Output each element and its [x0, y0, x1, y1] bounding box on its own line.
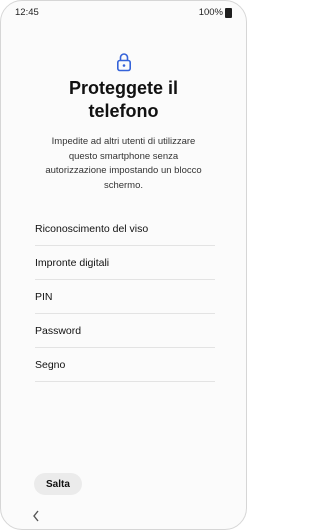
option-label: Password [35, 324, 82, 337]
option-pattern[interactable]: Segno [35, 348, 215, 382]
option-pin[interactable]: PIN [35, 280, 215, 314]
phone-screen: 12:45 100% Proteggete il telefono Impedi… [0, 0, 247, 530]
battery-icon [225, 7, 232, 18]
status-bar: 12:45 100% [15, 7, 232, 18]
option-label: Riconoscimento del viso [35, 222, 149, 235]
option-label: Segno [35, 358, 66, 371]
lock-type-list: Riconoscimento del viso Impronte digital… [35, 212, 215, 382]
page-title: Proteggete il telefono [68, 78, 179, 121]
option-password[interactable]: Password [35, 314, 215, 348]
battery-indicator: 100% [199, 7, 232, 18]
page-description: Impedite ad altri utenti di utilizzare q… [45, 136, 202, 191]
chevron-left-icon[interactable] [31, 509, 41, 523]
option-label: Impronte digitali [35, 256, 110, 269]
status-time: 12:45 [15, 7, 39, 18]
lock-icon [116, 53, 131, 72]
option-face-recognition[interactable]: Riconoscimento del viso [35, 212, 215, 246]
battery-percent: 100% [198, 7, 223, 18]
option-label: PIN [35, 290, 53, 303]
option-fingerprints[interactable]: Impronte digitali [35, 246, 215, 280]
skip-button[interactable]: Salta [34, 473, 82, 495]
